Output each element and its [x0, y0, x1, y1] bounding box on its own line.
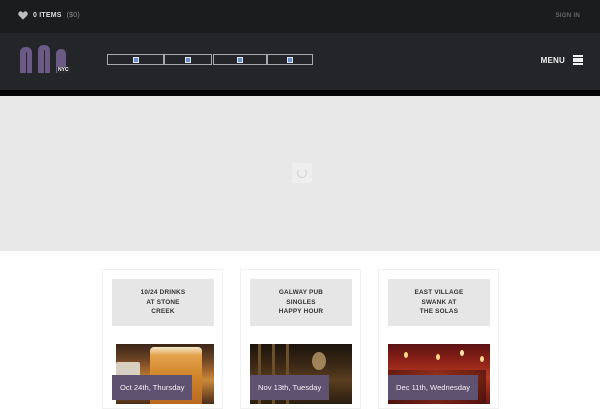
event-date-badge: Dec 11th, Wednesday — [388, 375, 479, 400]
event-date-badge: Nov 13th, Tuesday — [250, 375, 330, 400]
event-title-box: 10/24 DRINKS AT STONE CREEK — [112, 279, 214, 326]
event-title-box: GALWAY PUB SINGLES HAPPY HOUR — [250, 279, 352, 326]
cart-amount: ($0) — [66, 12, 80, 19]
events-section: 10/24 DRINKS AT STONE CREEK Oct 24th, Th… — [0, 251, 600, 409]
event-date-badge: Oct 24th, Thursday — [112, 375, 193, 400]
social-icon-3 — [237, 56, 243, 63]
logo-nyc-text: NYC — [57, 67, 70, 73]
cart-link[interactable]: 0 ITEMS ($0) — [18, 11, 80, 20]
site-header: NYC MENU — [0, 33, 600, 90]
event-card-3[interactable]: EAST VILLAGE SWANK AT THE SOLAS Dec 11th… — [378, 269, 499, 409]
event-title: EAST VILLAGE SWANK AT THE SOLAS — [414, 289, 464, 316]
social-link-1[interactable] — [107, 54, 164, 65]
event-card-2[interactable]: GALWAY PUB SINGLES HAPPY HOUR Nov 13th, … — [240, 269, 361, 409]
event-title-box: EAST VILLAGE SWANK AT THE SOLAS — [388, 279, 490, 326]
sign-in-link[interactable]: SIGN IN — [556, 13, 580, 19]
spinner-icon — [292, 163, 312, 183]
social-link-4[interactable] — [267, 54, 313, 65]
social-link-3[interactable] — [213, 54, 267, 65]
event-title: 10/24 DRINKS AT STONE CREEK — [140, 289, 186, 316]
menu-button[interactable]: MENU — [541, 55, 583, 65]
hamburger-icon — [573, 55, 583, 65]
social-icon-1 — [132, 56, 139, 63]
cart-count: 0 ITEMS — [33, 12, 62, 19]
event-card-1[interactable]: 10/24 DRINKS AT STONE CREEK Oct 24th, Th… — [102, 269, 223, 409]
social-icon-4 — [287, 56, 293, 63]
heart-icon — [18, 11, 28, 20]
social-link-2[interactable] — [164, 54, 212, 65]
site-logo[interactable]: NYC — [19, 43, 71, 79]
top-bar: 0 ITEMS ($0) SIGN IN — [0, 0, 600, 33]
social-icon-2 — [185, 56, 191, 63]
hero-slider — [0, 96, 600, 251]
event-title: GALWAY PUB SINGLES HAPPY HOUR — [278, 289, 324, 316]
menu-label: MENU — [540, 55, 565, 65]
